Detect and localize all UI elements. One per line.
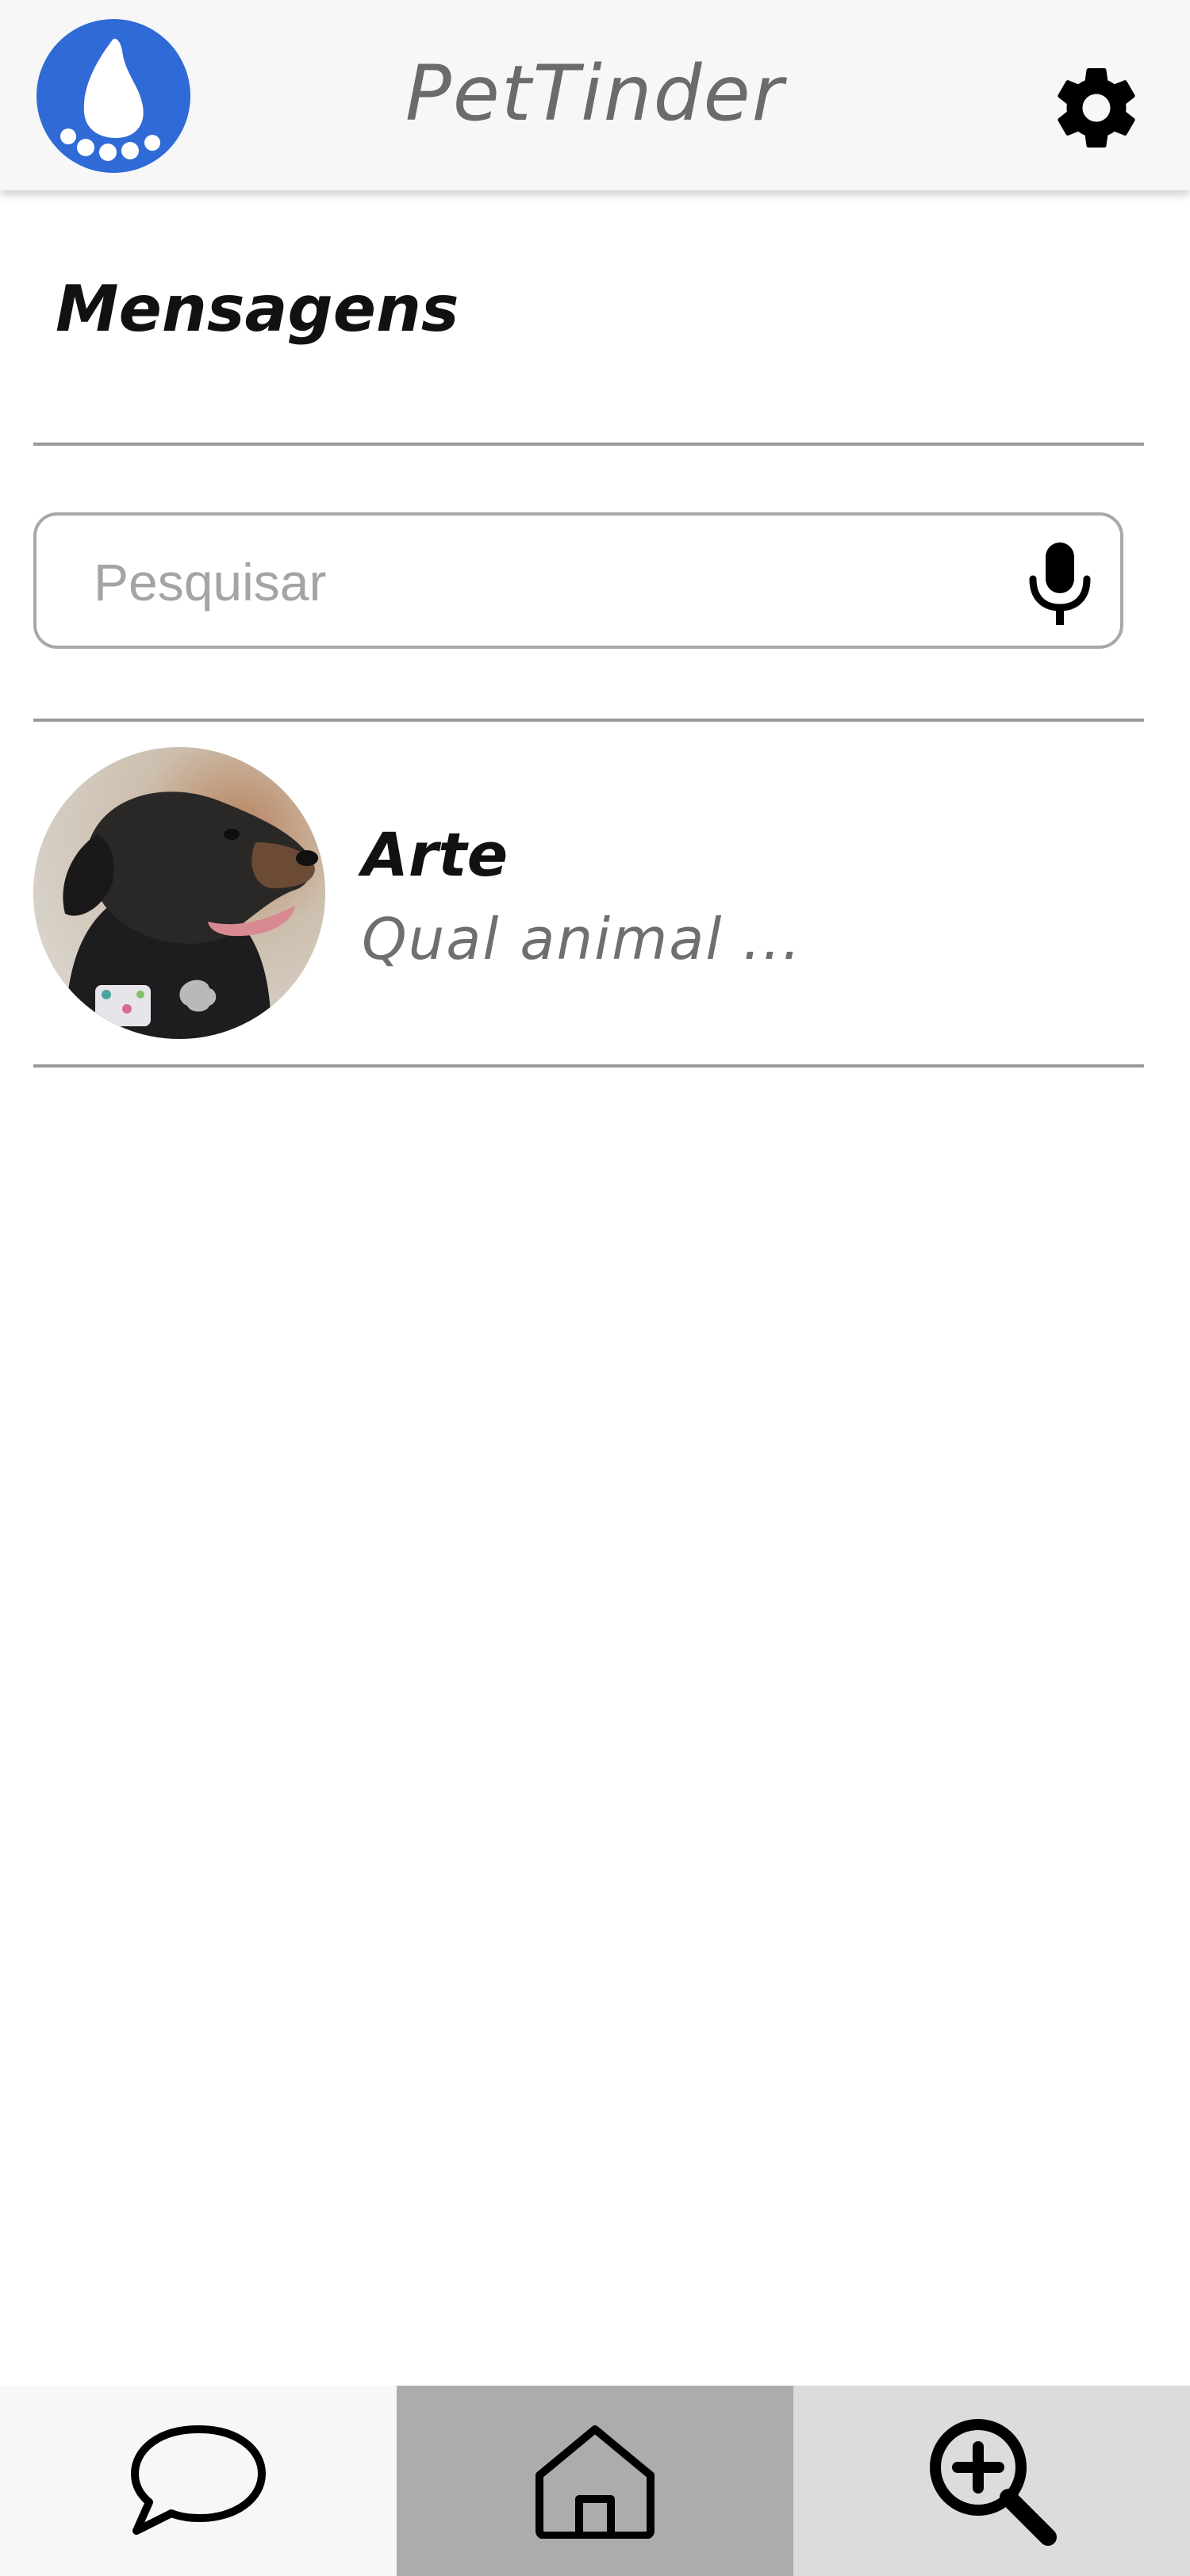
gear-icon[interactable] bbox=[1049, 60, 1144, 155]
bottom-nav bbox=[0, 2386, 1190, 2576]
search-box bbox=[33, 512, 1123, 649]
divider bbox=[33, 1064, 1144, 1068]
home-icon bbox=[536, 2425, 654, 2539]
zoom-in-icon bbox=[930, 2419, 1057, 2546]
chat-bubble-icon bbox=[131, 2425, 266, 2535]
microphone-icon[interactable] bbox=[1022, 539, 1098, 628]
top-bar: PetTinder bbox=[0, 0, 1190, 190]
conversation-item[interactable]: Arte Qual animal ... bbox=[33, 738, 1144, 1039]
search-input[interactable] bbox=[92, 547, 968, 617]
nav-messages-button[interactable] bbox=[0, 2386, 397, 2576]
avatar bbox=[33, 747, 325, 1039]
nav-home-button[interactable] bbox=[397, 2386, 793, 2576]
divider bbox=[33, 719, 1144, 722]
nav-discover-button[interactable] bbox=[793, 2386, 1190, 2576]
page-title: Mensagens bbox=[56, 272, 459, 346]
message-preview: Qual animal ... bbox=[362, 906, 802, 972]
divider bbox=[33, 443, 1144, 446]
app-title: PetTinder bbox=[405, 49, 785, 138]
contact-name: Arte bbox=[362, 819, 509, 890]
